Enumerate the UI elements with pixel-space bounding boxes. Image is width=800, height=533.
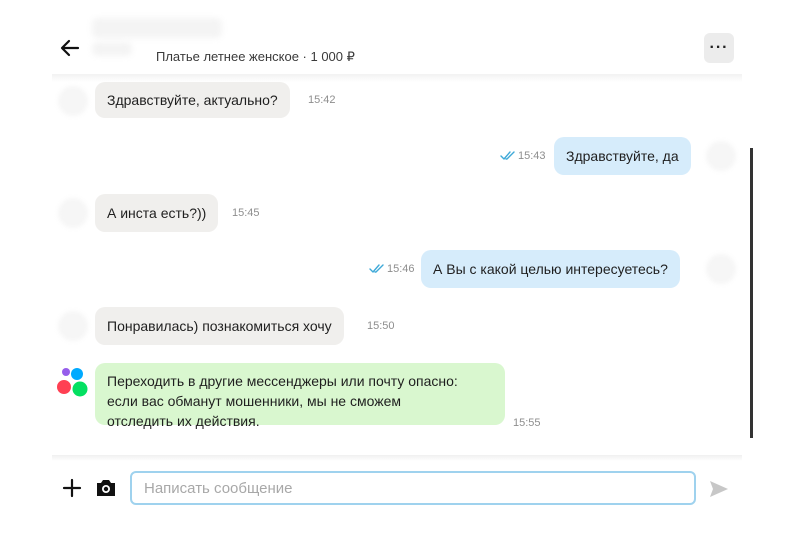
message-time: 15:50 [367, 320, 395, 332]
message-time: 15:43 [518, 150, 546, 162]
safety-warning-message: Переходить в другие мессенджеры или почт… [95, 363, 505, 429]
blurred-avatar [92, 42, 132, 56]
blurred-avatar [58, 86, 88, 116]
message-text: Здравствуйте, да [566, 148, 679, 164]
message-text: Здравствуйте, актуально? [107, 92, 278, 108]
blurred-avatar [706, 254, 736, 284]
more-options-button[interactable]: ··· [704, 33, 734, 63]
send-button[interactable] [708, 479, 730, 499]
marketplace-logo-icon [57, 368, 88, 397]
blurred-avatar [58, 198, 88, 228]
message-list: Здравствуйте, актуально? 15:42 15:43 Здр… [0, 80, 800, 455]
warning-line-1: Переходить в другие мессенджеры или почт… [107, 373, 458, 389]
message-input[interactable] [130, 471, 696, 505]
scrollbar[interactable] [750, 148, 753, 438]
chat-header: Платье летнее женское · 1 000 ₽ ··· [0, 0, 800, 82]
warning-line-2: если вас обманут мошенники, мы не сможем [107, 393, 402, 409]
arrow-left-icon [60, 39, 80, 57]
message-text: А инста есть?)) [107, 205, 207, 221]
double-check-icon [500, 151, 515, 160]
camera-button[interactable] [95, 478, 117, 498]
message-time: 15:42 [308, 94, 336, 106]
message-text: Понравилась) познакомиться хочу [107, 318, 332, 334]
double-check-icon [369, 264, 384, 273]
back-button[interactable] [58, 36, 82, 60]
outgoing-message[interactable]: А Вы с какой целью интересуетесь? [421, 250, 680, 288]
attach-button[interactable] [62, 478, 82, 498]
outgoing-message[interactable]: Здравствуйте, да [554, 137, 691, 175]
message-time: 15:46 [387, 263, 415, 275]
message-composer [0, 455, 800, 533]
send-icon [710, 481, 728, 497]
listing-title[interactable]: Платье летнее женское · 1 000 ₽ [156, 49, 355, 65]
incoming-message[interactable]: Понравилась) познакомиться хочу [95, 307, 344, 345]
warning-line-3: отследить их действия. [107, 413, 260, 429]
blurred-seller-name [92, 18, 222, 38]
plus-icon [62, 478, 82, 498]
incoming-message[interactable]: Здравствуйте, актуально? [95, 82, 290, 118]
footer-divider [52, 455, 742, 461]
camera-icon [97, 480, 115, 496]
more-dots-icon: ··· [709, 39, 729, 56]
blurred-avatar [706, 141, 736, 171]
incoming-message[interactable]: А инста есть?)) [95, 194, 219, 232]
message-time: 15:55 [513, 417, 541, 429]
message-time: 15:45 [232, 207, 260, 219]
blurred-avatar [58, 311, 88, 341]
message-text: А Вы с какой целью интересуетесь? [433, 261, 668, 277]
